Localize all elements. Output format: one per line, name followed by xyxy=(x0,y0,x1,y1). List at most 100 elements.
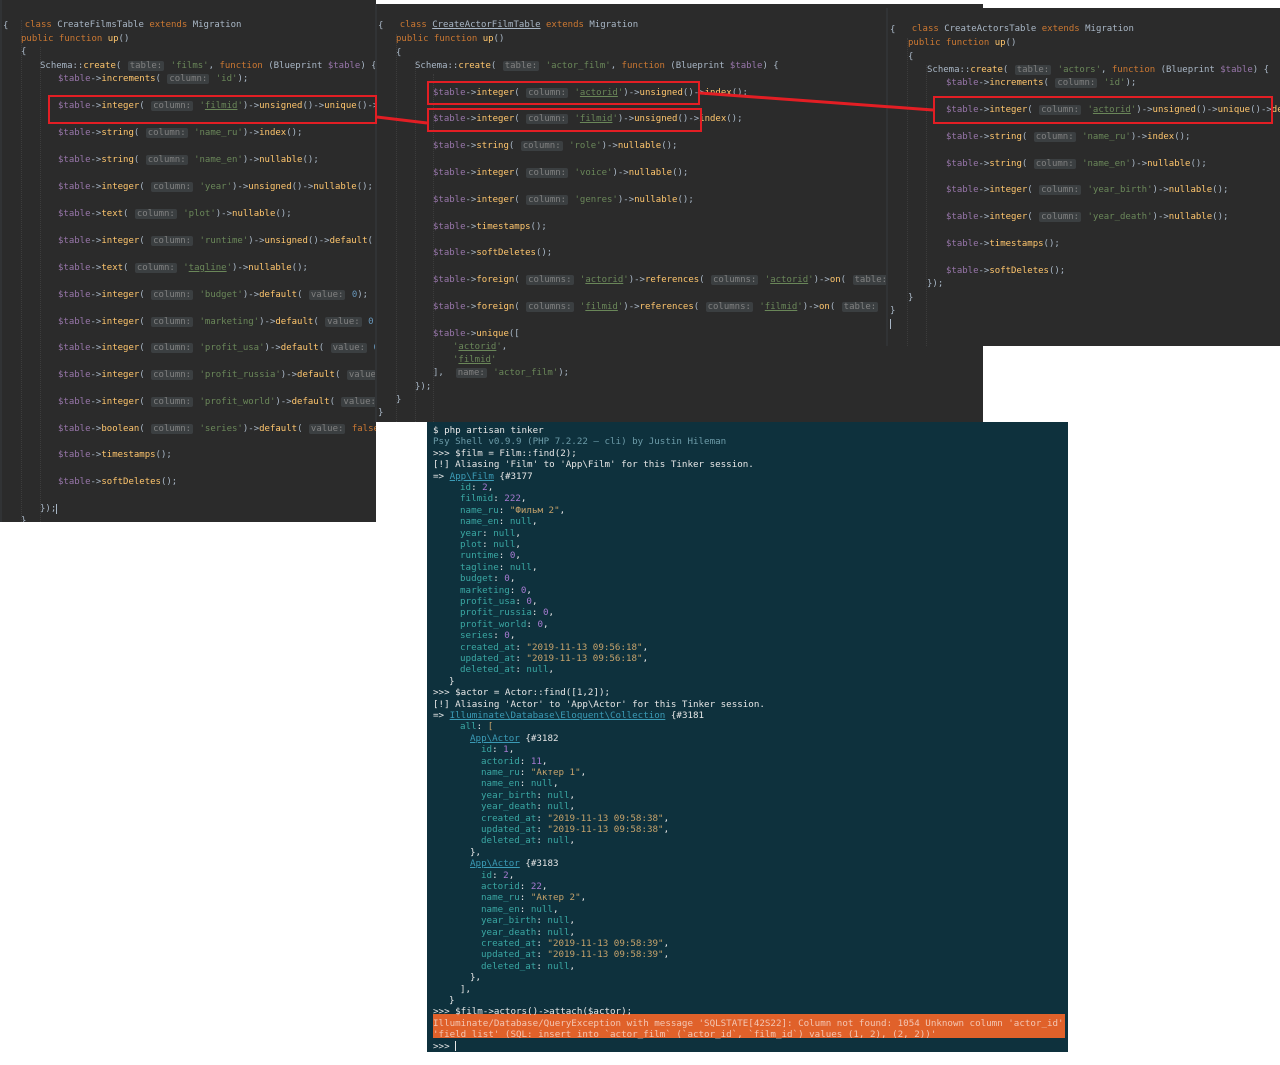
class-declaration: class CreateActorsTable extends Migratio… xyxy=(911,24,1134,34)
terminal-line: ], xyxy=(460,983,472,995)
code-line: } xyxy=(908,293,914,303)
terminal-line: name_ru: "Актер 2", xyxy=(481,892,587,904)
code-line: }); xyxy=(415,382,432,392)
terminal-line: }, xyxy=(470,972,482,984)
code-line: $table->integer( column: 'profit_world')… xyxy=(58,397,376,407)
terminal-line: id: 2, xyxy=(481,869,515,881)
schema-create-line: Schema::create( table: 'actor_film', fun… xyxy=(415,61,779,71)
terminal-line: App\Actor {#3183 xyxy=(470,858,559,870)
code-line: $table->string( column: 'name_en')->null… xyxy=(58,155,319,165)
terminal-line: year_birth: null, xyxy=(481,789,576,801)
highlight-box-films-filmid xyxy=(48,95,377,124)
terminal-cursor xyxy=(455,1041,457,1052)
code-line: $table->timestamps(); xyxy=(433,222,547,232)
schema-create-line: Schema::create( table: 'actors', functio… xyxy=(927,65,1270,75)
terminal-error-line: 'field list' (SQL: insert into `actor_fi… xyxy=(433,1029,937,1041)
terminal-line: deleted_at: null, xyxy=(481,835,576,847)
terminal-line: updated_at: "2019-11-13 09:58:39", xyxy=(481,949,670,961)
code-line: $table->string( column: 'role')->nullabl… xyxy=(433,141,678,151)
text-caret xyxy=(890,318,891,329)
terminal-line: id: 2, xyxy=(460,482,494,493)
films-migration-editor[interactable]: class CreateFilmsTable extends Migration… xyxy=(0,0,376,522)
highlight-box-pivot-filmid xyxy=(427,108,702,132)
schema-create-line: Schema::create( table: 'films', function… xyxy=(40,61,376,71)
terminal-line: profit_world: 0, xyxy=(460,618,549,630)
code-line: $table->increments( column: 'id'); xyxy=(58,74,249,84)
terminal-line: updated_at: "2019-11-13 09:58:38", xyxy=(481,824,670,835)
code-line: } xyxy=(890,306,896,316)
editor-gutter xyxy=(0,0,2,522)
terminal-line: series: 0, xyxy=(460,630,516,642)
terminal-line: name_en: null, xyxy=(481,778,559,790)
terminal-line: tagline: null, xyxy=(460,561,538,573)
code-line: $table->softDeletes(); xyxy=(58,477,178,487)
terminal-command-attach: >>> $film->actors()->attach($actor); xyxy=(433,1006,633,1018)
indent-guide xyxy=(926,65,927,346)
terminal-line: [!] Aliasing 'Film' to 'App\Film' for th… xyxy=(433,459,754,471)
terminal-line: id: 1, xyxy=(481,744,515,756)
terminal-line: created_at: "2019-11-13 09:58:38", xyxy=(481,812,670,824)
terminal-line: year: null, xyxy=(460,527,521,539)
terminal-line: }, xyxy=(470,846,482,858)
code-line: $table->integer( column: 'budget')->defa… xyxy=(58,290,369,300)
terminal-line: } xyxy=(449,675,455,687)
code-line: $table->timestamps(); xyxy=(946,239,1060,249)
terminal-line: actorid: 11, xyxy=(481,755,548,767)
code-line: $table->string( column: 'name_en')->null… xyxy=(946,159,1207,169)
terminal-line: created_at: "2019-11-13 09:58:39", xyxy=(481,938,670,949)
terminal-line: actorid: 22, xyxy=(481,881,548,892)
actors-migration-editor[interactable]: class CreateActorsTable extends Migratio… xyxy=(886,8,1280,346)
terminal-line: year_death: null, xyxy=(481,801,576,813)
terminal-line: $ php artisan tinker xyxy=(433,425,544,436)
terminal-line: deleted_at: null, xyxy=(460,664,555,676)
code-line: } xyxy=(21,516,27,522)
code-line: { xyxy=(3,21,9,31)
code-line: $table->text( column: 'plot')->nullable(… xyxy=(58,209,292,219)
indent-guide xyxy=(396,34,397,422)
code-line: $table->string( column: 'name_ru')->inde… xyxy=(946,132,1191,142)
terminal-line: Psy Shell v0.9.9 (PHP 7.2.22 — cli) by J… xyxy=(433,436,727,448)
highlight-box-actors-actorid xyxy=(933,96,1273,124)
code-line: { xyxy=(396,48,402,58)
terminal-line: [!] Aliasing 'Actor' to 'App\Actor' for … xyxy=(433,698,765,710)
code-line: }); xyxy=(40,503,58,514)
code-line: $table->timestamps(); xyxy=(58,450,172,460)
terminal-line: runtime: 0, xyxy=(460,550,521,562)
editor-gutter xyxy=(886,8,888,346)
method-declaration: public function up() xyxy=(396,34,505,44)
code-line: { xyxy=(378,21,384,31)
terminal-line: } xyxy=(449,995,455,1006)
class-declaration: class CreateActorFilmTable extends Migra… xyxy=(399,20,639,30)
code-line: { xyxy=(890,25,896,35)
method-declaration: public function up() xyxy=(908,38,1017,48)
code-line: $table->integer( column: 'genres')->null… xyxy=(433,195,694,205)
code-line: ], name: 'actor_film'); xyxy=(433,368,570,378)
code-line: $table->integer( column: 'runtime')->uns… xyxy=(58,235,376,248)
terminal-line: App\Actor {#3182 xyxy=(470,732,559,744)
text-caret-line xyxy=(890,318,891,331)
terminal-line: name_ru: "Фильм 2", xyxy=(460,504,566,516)
terminal-line: deleted_at: null, xyxy=(481,960,576,972)
code-line: } xyxy=(396,395,402,405)
code-line: 'filmid' xyxy=(453,355,497,365)
tinker-terminal[interactable]: $ php artisan tinker Psy Shell v0.9.9 (PH… xyxy=(427,422,1068,1052)
indent-guide xyxy=(40,47,41,522)
terminal-line: created_at: "2019-11-13 09:56:18", xyxy=(460,641,649,653)
terminal-line: name_en: null, xyxy=(460,516,538,528)
terminal-line: all: [ xyxy=(460,721,494,733)
code-line: $table->integer( column: 'year_death')->… xyxy=(946,212,1229,222)
terminal-line: name_ru: "Актер 1", xyxy=(481,767,587,778)
indent-guide xyxy=(415,61,416,422)
code-line: 'actorid', xyxy=(453,342,508,352)
highlight-box-pivot-actorid xyxy=(427,81,700,105)
code-line: $table->integer( column: 'year')->unsign… xyxy=(58,182,373,192)
terminal-prompt[interactable]: >>> xyxy=(433,1041,457,1052)
terminal-line: name_en: null, xyxy=(481,903,559,915)
terminal-error-line: Illuminate/Database/QueryException with … xyxy=(433,1017,1068,1029)
method-declaration: public function up() xyxy=(21,34,130,44)
code-line: }); xyxy=(927,279,944,289)
code-line: } xyxy=(378,408,384,418)
terminal-line: >>> $actor = Actor::find([1,2]); xyxy=(433,687,611,699)
code-line: $table->softDeletes(); xyxy=(433,248,553,258)
terminal-line: >>> $film = Film::find(2); xyxy=(433,447,577,459)
